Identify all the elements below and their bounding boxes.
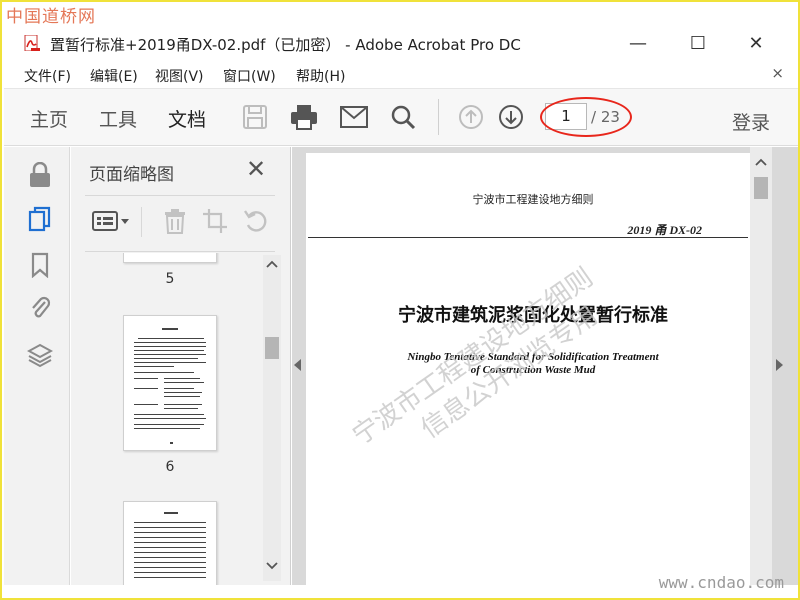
menu-edit[interactable]: 编辑(E) (90, 66, 138, 86)
panel-divider (85, 251, 275, 252)
page-down-icon[interactable] (496, 102, 526, 132)
close-window-button[interactable]: ✕ (734, 29, 778, 57)
attachment-icon[interactable] (26, 293, 54, 321)
thumbnail-page-5[interactable] (123, 253, 217, 263)
menu-help[interactable]: 帮助(H) (296, 66, 345, 86)
layers-icon[interactable] (26, 341, 54, 369)
document-code: 2019 甬 DX-02 (627, 223, 702, 237)
close-panel-button[interactable]: ✕ (243, 156, 269, 182)
collapse-right-arrow[interactable] (775, 359, 785, 373)
thumbnail-list: 5 6 (71, 253, 263, 585)
crop-icon[interactable] (201, 205, 229, 237)
document-header: 宁波市工程建设地方细则 (472, 193, 594, 206)
toolbar-separator (141, 207, 142, 237)
minimize-button[interactable]: — (616, 29, 660, 57)
tab-home[interactable]: 主页 (30, 105, 68, 132)
site-watermark-top: 中国道桥网 (6, 7, 96, 27)
thumbnail-scrollbar[interactable] (263, 255, 281, 581)
scroll-down-arrow[interactable] (266, 561, 278, 575)
highlight-oval (540, 97, 632, 137)
panel-title: 页面缩略图 (89, 165, 174, 185)
menu-view[interactable]: 视图(V) (155, 66, 204, 86)
pages-icon[interactable] (26, 205, 54, 233)
page-up-icon[interactable] (456, 102, 486, 132)
bookmark-icon[interactable] (26, 251, 54, 279)
rotate-icon[interactable] (241, 205, 271, 237)
panel-divider (85, 195, 275, 196)
maximize-button[interactable]: ☐ (676, 29, 720, 57)
mail-icon[interactable] (339, 102, 369, 132)
thumbnail-label: 6 (165, 459, 175, 475)
document-area: 宁波市工程建设地方细则 2019 甬 DX-02 宁波市建筑泥浆固化处置暂行标准… (292, 147, 798, 591)
scroll-up-arrow[interactable] (266, 259, 278, 273)
pdf-page: 宁波市工程建设地方细则 2019 甬 DX-02 宁波市建筑泥浆固化处置暂行标准… (306, 153, 760, 591)
tab-tools[interactable]: 工具 (99, 105, 137, 132)
login-button[interactable]: 登录 (732, 108, 770, 135)
close-document-button[interactable]: × (771, 64, 784, 82)
document-scrollbar[interactable] (750, 147, 772, 585)
thumbnail-options-icon[interactable] (91, 205, 131, 237)
thumbnail-label: 5 (165, 271, 175, 287)
main-toolbar: 主页 工具 文档 1 / 23 登录 (4, 88, 798, 150)
scroll-up-arrow[interactable] (755, 157, 767, 171)
thumbnail-panel: 页面缩略图 ✕ 5 6 (71, 147, 291, 585)
delete-icon[interactable] (161, 205, 189, 237)
thumbnail-page-6[interactable] (123, 315, 217, 451)
navigation-rail (4, 147, 70, 585)
pdf-app-icon (24, 35, 40, 51)
print-icon[interactable] (289, 102, 319, 132)
search-icon[interactable] (388, 102, 418, 132)
app-frame: 中国道桥网 置暂行标准+2019甬DX-02.pdf（已加密） - Adobe … (0, 0, 800, 600)
save-icon[interactable] (240, 102, 270, 132)
collapse-left-arrow[interactable] (294, 359, 304, 373)
window-title: 置暂行标准+2019甬DX-02.pdf（已加密） - Adobe Acroba… (50, 36, 521, 54)
menu-bar: 文件(F) 编辑(E) 视图(V) 窗口(W) 帮助(H) × (4, 62, 798, 88)
title-bar: 置暂行标准+2019甬DX-02.pdf（已加密） - Adobe Acroba… (4, 26, 798, 60)
scrollbar-thumb[interactable] (265, 337, 279, 359)
thumbnail-page-7[interactable] (123, 501, 217, 585)
lock-icon[interactable] (26, 161, 54, 189)
tab-document[interactable]: 文档 (168, 105, 207, 150)
menu-file[interactable]: 文件(F) (24, 66, 71, 86)
site-watermark-bottom: www.cndao.com (658, 573, 784, 592)
scrollbar-thumb[interactable] (754, 177, 768, 199)
toolbar-separator (438, 99, 439, 135)
header-rule (308, 237, 748, 238)
menu-window[interactable]: 窗口(W) (223, 66, 276, 86)
